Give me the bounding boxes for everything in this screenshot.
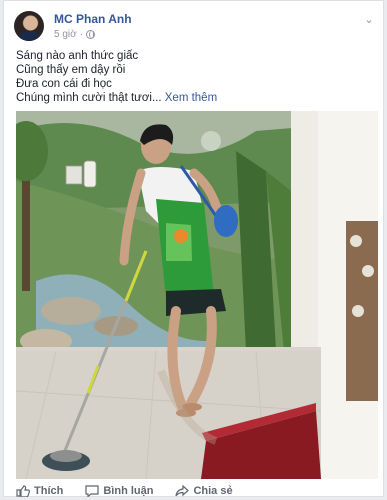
share-icon: [175, 484, 190, 497]
author-name[interactable]: MC Phan Anh: [54, 12, 132, 26]
comment-icon: [85, 485, 99, 498]
share-label: Chia sẻ: [193, 485, 233, 497]
post-line-last: Chúng mình cười thật tươi... Xem thêm: [16, 91, 371, 105]
photo-illustration: [16, 111, 378, 479]
post-time[interactable]: 5 giờ: [54, 29, 77, 40]
comment-label: Bình luận: [103, 485, 154, 497]
globe-icon: [86, 30, 96, 39]
post-card: MC Phan Anh 5 giờ · ⌄ Sáng nào anh thức …: [3, 0, 384, 498]
post-meta: 5 giờ ·: [54, 29, 96, 40]
chevron-down-icon[interactable]: ⌄: [362, 13, 376, 27]
post-line: Chúng mình cười thật tươi: [16, 92, 152, 104]
ellipsis: ...: [151, 92, 162, 104]
avatar[interactable]: [14, 11, 44, 41]
see-more-link[interactable]: Xem thêm: [165, 92, 217, 104]
post-header: MC Phan Anh 5 giờ · ⌄: [14, 11, 374, 43]
thumbs-up-icon: [16, 485, 30, 498]
like-label: Thích: [34, 485, 64, 497]
post-photo[interactable]: [16, 111, 378, 479]
post-line: Đưa con cái đi học: [16, 78, 112, 90]
post-line: Sáng nào anh thức giấc: [16, 50, 139, 62]
post-text: Sáng nào anh thức giấc Cũng thấy em dậy …: [16, 49, 371, 105]
dot-separator: ·: [79, 29, 84, 40]
post-line: Cũng thấy em dậy rồi: [16, 64, 126, 76]
